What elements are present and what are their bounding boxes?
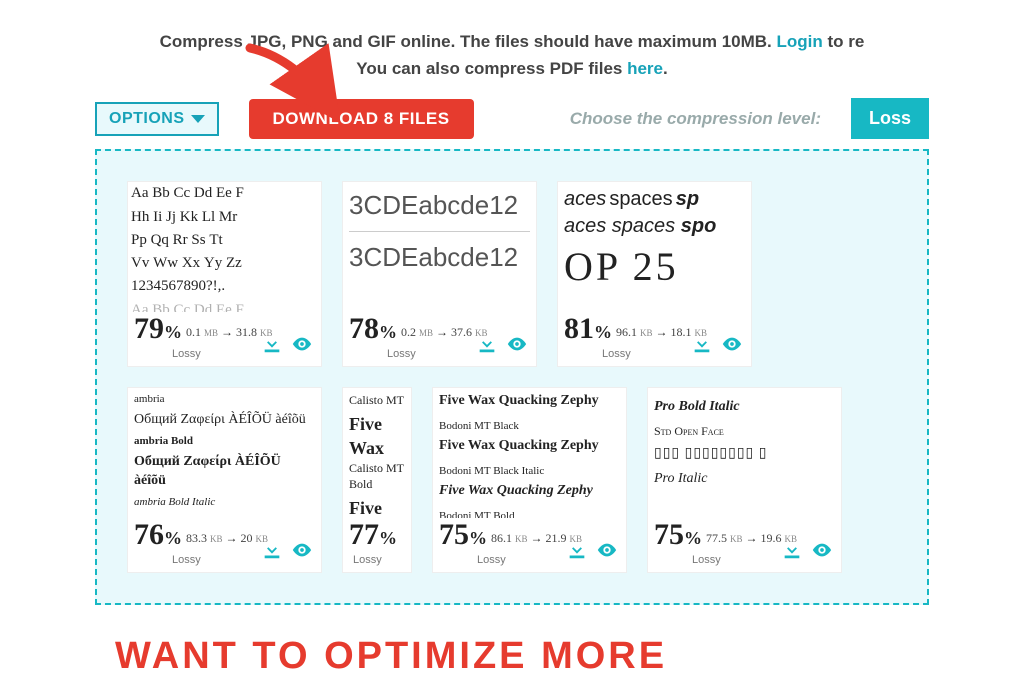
preview-icon[interactable]: [291, 333, 313, 360]
options-button[interactable]: OPTIONS: [95, 102, 219, 136]
result-card: Aa Bb Cc Dd Ee FHh Ii Jj Kk Ll MrPp Qq R…: [127, 181, 322, 367]
download-icon[interactable]: [566, 539, 588, 566]
thumbnail: Five Wax Quacking Zephy Bodoni MT Black …: [433, 388, 626, 518]
results-panel: Aa Bb Cc Dd Ee FHh Ii Jj Kk Ll MrPp Qq R…: [95, 149, 929, 605]
size-info: 0.1 MB → 31.8 KB: [186, 325, 273, 340]
percent-saved: 76%: [134, 518, 182, 552]
result-card: ambria Общий Ζαφείρι ÀÉÎÕÜ àéîõü ambria …: [127, 387, 322, 573]
thumbnail: Calisto MT Five Wax Calisto MT Bold Five…: [343, 388, 411, 518]
result-card: Calisto MT Five Wax Calisto MT Bold Five…: [342, 387, 412, 573]
thumbnail: aces spaces sp aces spaces spo OP 25: [558, 182, 751, 312]
preview-icon[interactable]: [596, 539, 618, 566]
thumbnail: 3CDEabcde123CDEabcde12: [343, 182, 536, 312]
download-icon[interactable]: [691, 333, 713, 360]
result-card: Five Wax Quacking Zephy Bodoni MT Black …: [432, 387, 627, 573]
percent-saved: 78%: [349, 312, 397, 346]
login-link[interactable]: Login: [777, 32, 823, 51]
compression-level-label: Choose the compression level:: [570, 109, 821, 129]
header-description: Compress JPG, PNG and GIF online. The fi…: [0, 0, 1024, 92]
percent-saved: 75%: [439, 518, 487, 552]
chevron-down-icon: [191, 115, 205, 123]
toolbar: OPTIONS DOWNLOAD 8 FILES Choose the comp…: [0, 92, 1024, 149]
percent-saved: 77%: [349, 518, 397, 552]
thumbnail: ambria Общий Ζαφείρι ÀÉÎÕÜ àéîõü ambria …: [128, 388, 321, 518]
download-icon[interactable]: [261, 539, 283, 566]
results-grid: Aa Bb Cc Dd Ee FHh Ii Jj Kk Ll MrPp Qq R…: [127, 181, 917, 573]
percent-saved: 81%: [564, 312, 612, 346]
percent-saved: 75%: [654, 518, 702, 552]
download-icon[interactable]: [476, 333, 498, 360]
result-card: Pro Bold Italic Std Open Face ▯▯▯ ▯▯▯▯▯▯…: [647, 387, 842, 573]
mode-label: Lossy: [343, 554, 411, 572]
result-card: aces spaces sp aces spaces spo OP 25 81%…: [557, 181, 752, 367]
pdf-here-link[interactable]: here: [627, 59, 663, 78]
download-all-button[interactable]: DOWNLOAD 8 FILES: [249, 99, 474, 139]
thumbnail: Pro Bold Italic Std Open Face ▯▯▯ ▯▯▯▯▯▯…: [648, 388, 841, 518]
result-card: 3CDEabcde123CDEabcde12 78% 0.2 MB → 37.6…: [342, 181, 537, 367]
thumbnail: Aa Bb Cc Dd Ee FHh Ii Jj Kk Ll MrPp Qq R…: [128, 182, 321, 312]
preview-icon[interactable]: [506, 333, 528, 360]
lossy-tab[interactable]: Loss: [851, 98, 929, 139]
cta-headline: WANT TO OPTIMIZE MORE: [0, 605, 1024, 678]
download-icon[interactable]: [781, 539, 803, 566]
options-label: OPTIONS: [109, 110, 185, 128]
preview-icon[interactable]: [291, 539, 313, 566]
percent-saved: 79%: [134, 312, 182, 346]
size-info: 0.2 MB → 37.6 KB: [401, 325, 488, 340]
preview-icon[interactable]: [811, 539, 833, 566]
size-info: 83.3 KB → 20 KB: [186, 531, 268, 546]
download-icon[interactable]: [261, 333, 283, 360]
preview-icon[interactable]: [721, 333, 743, 360]
